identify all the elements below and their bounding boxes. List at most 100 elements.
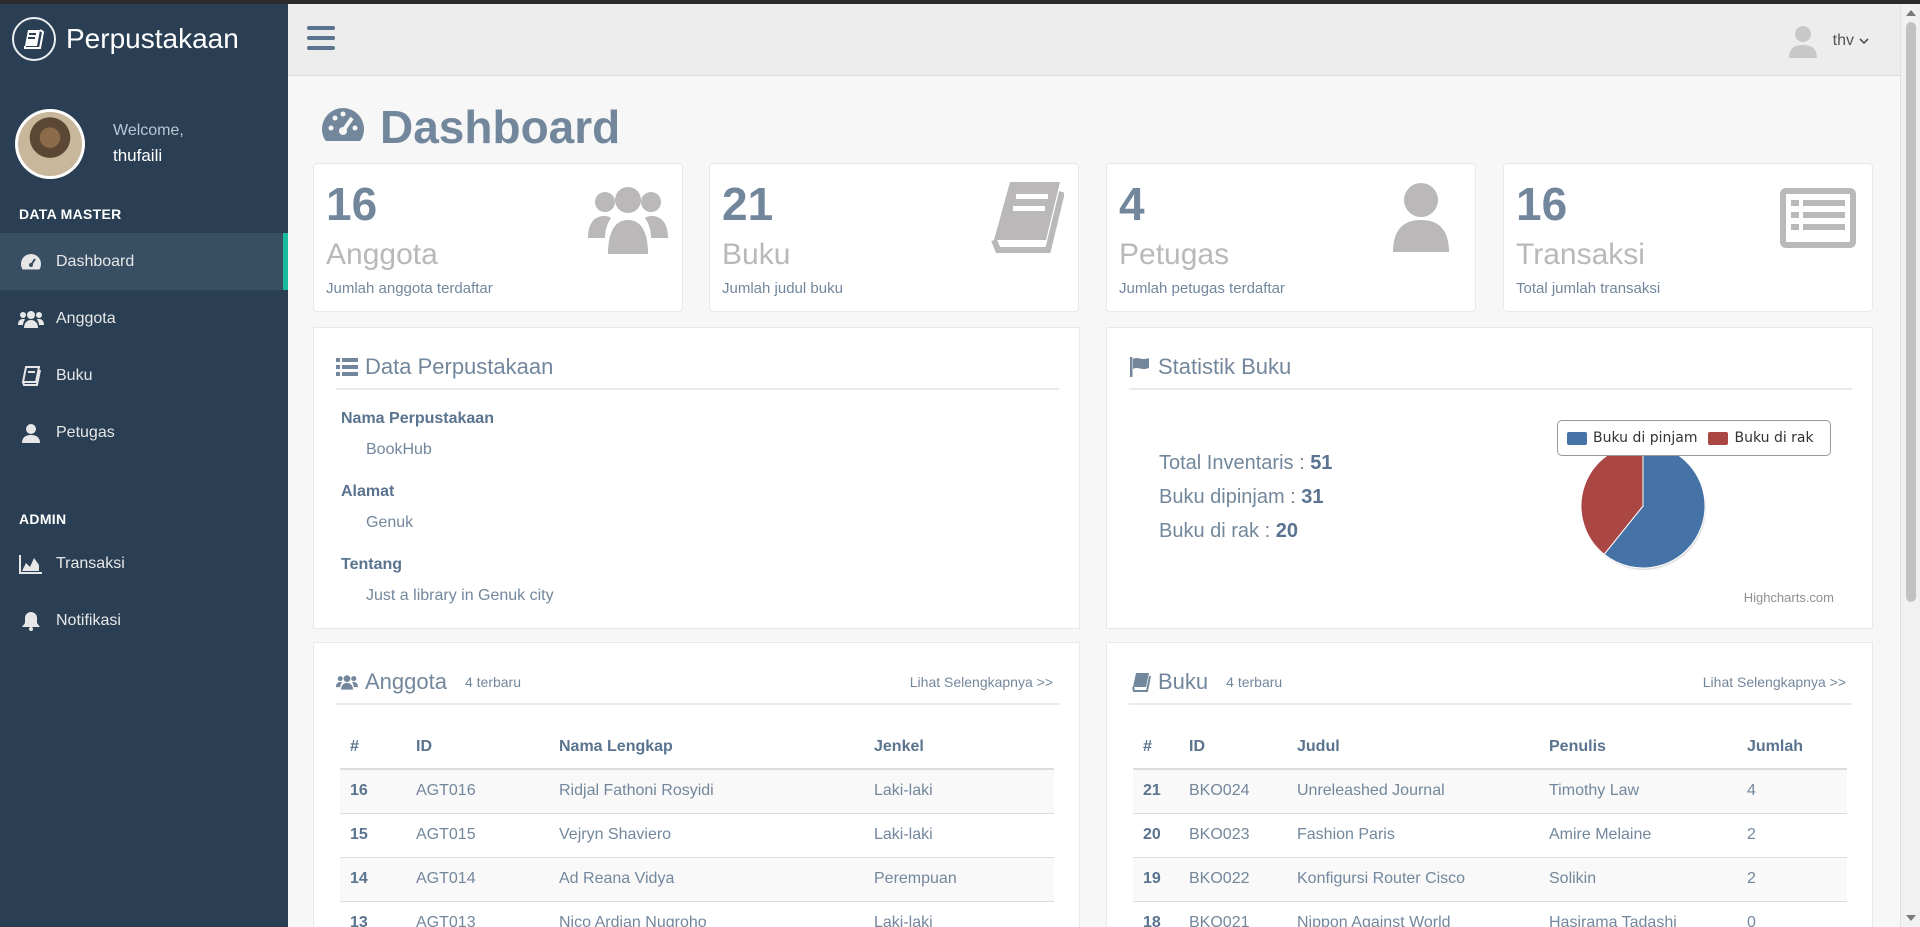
panel-title-text: Data Perpustakaan [365, 354, 554, 379]
stat-description: Jumlah anggota terdaftar [326, 280, 493, 297]
column-header: # [1133, 725, 1179, 770]
panel-title-text: Buku [1158, 669, 1209, 694]
profile: Welcome, thufaili [0, 78, 288, 188]
page-title-text: Dashboard [380, 101, 621, 153]
table-row[interactable]: 15 AGT015 Vejryn Shaviero Laki-laki [340, 812, 1054, 857]
column-header: Jumlah [1737, 725, 1847, 770]
cell: 2 [1737, 856, 1847, 901]
cell: Nico Ardian Nugroho [549, 900, 864, 927]
panel-subtitle: 4 terbaru [1226, 674, 1283, 690]
table-row[interactable]: 19 BKO022 Konfigursi Router Cisco Soliki… [1133, 856, 1847, 901]
column-header: Penulis [1539, 725, 1737, 770]
table-header-row: # ID Nama Lengkap Jenkel [340, 725, 1054, 770]
column-header: Jenkel [864, 725, 1054, 770]
stat-card-anggota[interactable]: 16 Anggota Jumlah anggota terdaftar [313, 163, 683, 312]
sidebar-item-buku[interactable]: Buku [0, 347, 288, 404]
library-about-value: Just a library in Genuk city [366, 587, 554, 604]
stat-description: Jumlah petugas terdaftar [1119, 280, 1285, 297]
sidebar-item-dashboard[interactable]: Dashboard [0, 233, 288, 290]
cell: Fashion Paris [1287, 812, 1539, 857]
scroll-down-arrow-icon[interactable] [1906, 915, 1916, 921]
sidebar-item-label: Petugas [56, 423, 115, 441]
list-icon [336, 358, 358, 376]
stat-line-shelf: Buku di rak : 20 [1159, 520, 1298, 542]
column-header: ID [406, 725, 549, 770]
cell: 2 [1737, 812, 1847, 857]
panel-subtitle: 4 terbaru [464, 674, 522, 690]
avatar [15, 109, 85, 179]
sidebar-item-label: Anggota [56, 309, 116, 327]
table-header-row: # ID Judul Penulis Jumlah [1133, 725, 1847, 770]
chart-credits[interactable]: Highcharts.com [1744, 590, 1834, 605]
book-icon [1132, 673, 1151, 692]
legend-swatch [1708, 431, 1729, 445]
cell: AGT013 [406, 900, 549, 927]
chart-legend[interactable]: Buku di pinjam Buku di rak [1557, 420, 1831, 456]
panel-title-text: Statistik Buku [1158, 354, 1292, 379]
cell: Konfigursi Router Cisco [1287, 856, 1539, 901]
members-panel: Anggota 4 terbaru Lihat Selengkapnya >> … [313, 642, 1080, 927]
table-row[interactable]: 21 BKO024 Unreleashed Journal Timothy La… [1133, 768, 1847, 813]
legend-item-borrowed[interactable]: Buku di pinjam [1567, 430, 1697, 446]
members-table: # ID Nama Lengkap Jenkel 16 AGT016 Ridja… [340, 725, 1054, 927]
cell: 20 [1133, 812, 1179, 857]
scroll-thumb[interactable] [1906, 22, 1916, 602]
legend-label: Buku di pinjam [1593, 430, 1698, 446]
table-row[interactable]: 14 AGT014 Ad Reana Vidya Perempuan [340, 856, 1054, 901]
user-icon [18, 422, 44, 444]
table-row[interactable]: 18 BKO021 Nippon Against World Hasirama … [1133, 900, 1847, 927]
stat-card-transaksi[interactable]: 16 Transaksi Total jumlah transaksi [1503, 163, 1873, 312]
stat-card-petugas[interactable]: 4 Petugas Jumlah petugas terdaftar [1106, 163, 1476, 312]
brand[interactable]: Perpustakaan [0, 0, 288, 78]
bell-icon [18, 610, 44, 632]
book-icon [18, 365, 44, 387]
stat-card-buku[interactable]: 21 Buku Jumlah judul buku [709, 163, 1079, 312]
library-address-value: Genuk [366, 514, 414, 531]
user-menu[interactable]: thv [1787, 24, 1870, 58]
cell: Ridjal Fathoni Rosyidi [549, 768, 864, 813]
library-info-list: Nama Perpustakaan BookHub Alamat Genuk T… [341, 410, 554, 629]
users-icon [588, 187, 668, 254]
cell: 0 [1737, 900, 1847, 927]
cell: Perempuan [864, 856, 1054, 901]
cell: 18 [1133, 900, 1179, 927]
see-more-link[interactable]: Lihat Selengkapnya >> [1703, 674, 1846, 690]
table-row[interactable]: 20 BKO023 Fashion Paris Amire Melaine 2 [1133, 812, 1847, 857]
library-info-panel: Data Perpustakaan Nama Perpustakaan Book… [313, 327, 1080, 629]
column-header: Nama Lengkap [549, 725, 864, 770]
sidebar-item-notifikasi[interactable]: Notifikasi [0, 592, 288, 649]
cell: Solikin [1539, 856, 1737, 901]
app-title: Perpustakaan [66, 23, 239, 54]
table-row[interactable]: 13 AGT013 Nico Ardian Nugroho Laki-laki [340, 900, 1054, 927]
sidebar-item-label: Notifikasi [56, 611, 121, 629]
panel-title: Data Perpustakaan [336, 346, 1059, 390]
book-stats-panel: Statistik Buku Total Inventaris : 51 Buk… [1106, 327, 1873, 629]
dashboard-icon [18, 251, 44, 273]
user-avatar-icon [1788, 26, 1817, 58]
stat-description: Jumlah judul buku [722, 280, 843, 297]
sidebar: Perpustakaan Welcome, thufaili DATA MAST… [0, 0, 288, 927]
sidebar-item-anggota[interactable]: Anggota [0, 290, 288, 347]
profile-username: thufaili [113, 146, 163, 165]
scroll-up-arrow-icon[interactable] [1906, 10, 1916, 16]
legend-label: Buku di rak [1734, 430, 1814, 446]
menu-toggle-icon[interactable] [307, 26, 335, 52]
panel-title: Anggota 4 terbaru Lihat Selengkapnya >> [336, 661, 1059, 705]
table-row[interactable]: 16 AGT016 Ridjal Fathoni Rosyidi Laki-la… [340, 768, 1054, 813]
sidebar-item-transaksi[interactable]: Transaksi [0, 535, 288, 592]
legend-item-shelf[interactable]: Buku di rak [1708, 430, 1814, 446]
page-scrollbar[interactable] [1900, 4, 1920, 927]
flag-icon [1130, 357, 1149, 377]
cell: AGT014 [406, 856, 549, 901]
cell: 13 [340, 900, 406, 927]
cell: Unreleashed Journal [1287, 768, 1539, 813]
list-alt-icon [1780, 188, 1856, 248]
book-stats-summary: Total Inventaris : 51 Buku dipinjam : 31… [1159, 452, 1332, 554]
cell: Laki-laki [864, 900, 1054, 927]
library-name-value: BookHub [366, 441, 432, 458]
see-more-link[interactable]: Lihat Selengkapnya >> [910, 674, 1053, 690]
sidebar-item-petugas[interactable]: Petugas [0, 404, 288, 461]
cell: 16 [340, 768, 406, 813]
cell: Laki-laki [864, 812, 1054, 857]
pie-chart[interactable] [1577, 440, 1709, 572]
